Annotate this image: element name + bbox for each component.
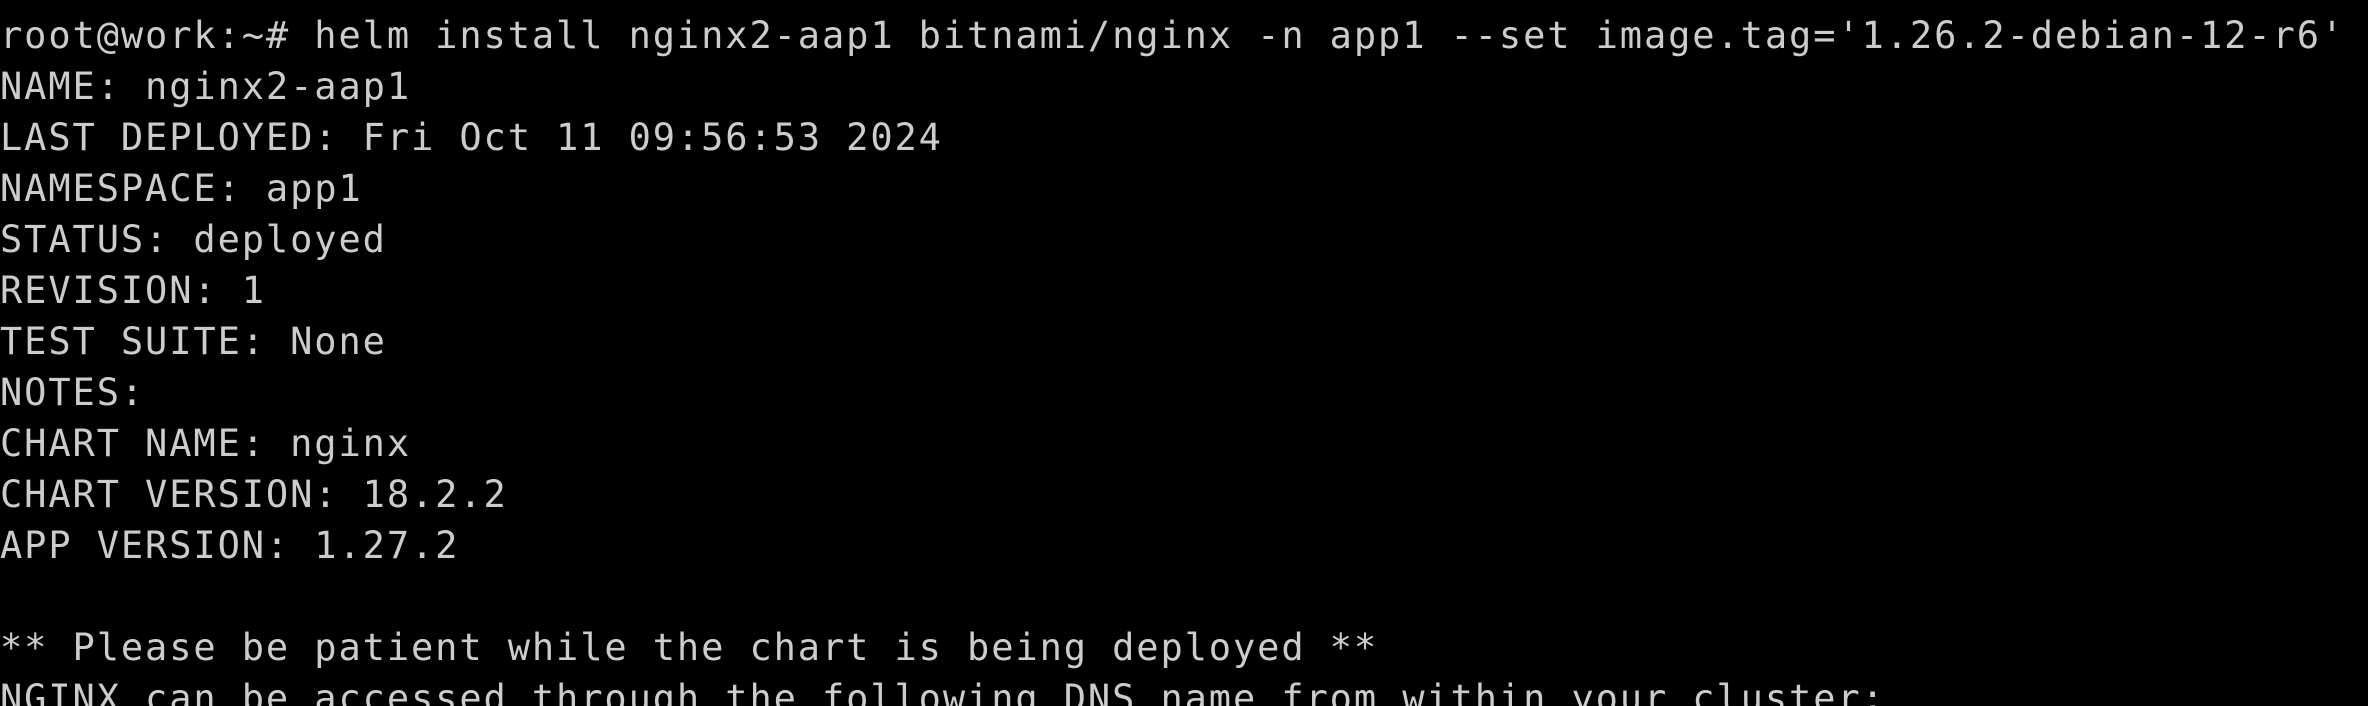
output-line-chart-name: CHART NAME: nginx [0, 422, 411, 465]
output-line-app-version: APP VERSION: 1.27.2 [0, 524, 460, 567]
output-line-chart-version: CHART VERSION: 18.2.2 [0, 473, 508, 516]
output-line-notes: NOTES: [0, 371, 146, 414]
output-line-name: NAME: nginx2-aap1 [0, 65, 411, 108]
command-line: root@work:~# helm install nginx2-aap1 bi… [0, 14, 2346, 57]
output-line-revision: REVISION: 1 [0, 269, 266, 312]
output-line-namespace: NAMESPACE: app1 [0, 167, 363, 210]
output-line-test-suite: TEST SUITE: None [0, 320, 387, 363]
output-line-status: STATUS: deployed [0, 218, 387, 261]
output-line-last-deployed: LAST DEPLOYED: Fri Oct 11 09:56:53 2024 [0, 116, 943, 159]
output-line-dns-access: NGINX can be accessed through the follow… [0, 677, 1886, 706]
terminal-window[interactable]: root@work:~# helm install nginx2-aap1 bi… [0, 0, 2368, 706]
output-line-patience-note: ** Please be patient while the chart is … [0, 626, 1379, 669]
